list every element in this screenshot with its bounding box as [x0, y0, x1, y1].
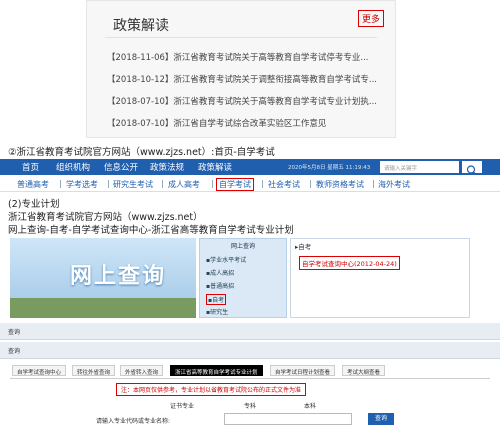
separator [262, 180, 263, 188]
news-item[interactable]: 【2018-10-12】浙江省教育考试院关于调整衔接高等教育自学考试专... [107, 73, 377, 85]
caption: 网上查询-自考-自学考试查询中心-浙江省高等教育自学考试专业计划 [8, 225, 294, 236]
menu-item-graduate[interactable]: ▪研究生 [206, 307, 228, 316]
query-menu: 网上查询 ▪学业水平考试 ▪成人高招 ▪普通高招 ▪自考 ▪研究生 [199, 238, 287, 318]
self-study-panel: ▸自考 自学考试查询中心(2012-04-24) [290, 238, 470, 318]
breadcrumb: 查询 [0, 323, 500, 340]
separator [60, 180, 61, 188]
major-search-input[interactable] [224, 413, 352, 425]
subnav-self-study[interactable]: 自学考试 [216, 178, 254, 191]
subnav-teacher[interactable]: 教师资格考试 [316, 179, 364, 190]
query-button[interactable]: 查询 [368, 413, 394, 425]
banner-title: 网上查询 [70, 263, 167, 289]
separator [310, 180, 311, 188]
online-query-banner: 网上查询 [10, 238, 196, 318]
separator [108, 180, 109, 188]
label-certificate-major: 证书专业 [170, 403, 195, 410]
tab-syllabus[interactable]: 考试大纲查看 [342, 365, 386, 376]
more-link[interactable]: 更多 [358, 10, 385, 27]
tab-major-plan[interactable]: 浙江省高等教育自学考试专业计划 [170, 365, 263, 376]
news-item[interactable]: 【2018-11-06】浙江省教育考试院关于高等教育自学考试停考专业... [107, 51, 377, 63]
separator [373, 180, 374, 188]
news-item[interactable]: 【2018-07-10】浙江省自学考试综合改革实验区工作意见 [107, 117, 377, 129]
menu-item-self-study[interactable]: ▪自考 [206, 294, 227, 305]
main-nav: 首页 组织机构 信息公开 政策法规 政策解读 2020年5月8日 星期五 11:… [0, 159, 500, 175]
breadcrumb: 查询 [0, 342, 500, 359]
panel-head: ▸自考 [295, 243, 312, 251]
tab-query-center[interactable]: 自学考试查询中心 [12, 365, 67, 376]
caption: ②浙江省教育考试院官方网站（www.zjzs.net）:首页-自学考试 [8, 147, 275, 158]
separator [212, 180, 213, 188]
tab-transfer-out[interactable]: 转往外省查询 [72, 365, 116, 376]
search-button[interactable] [461, 160, 483, 175]
separator [162, 180, 163, 188]
menu-head: 网上查询 [230, 243, 255, 250]
subnav-overseas[interactable]: 海外考试 [378, 179, 410, 190]
policy-title: 政策解读 [113, 18, 169, 34]
menu-item-general[interactable]: ▪普通高招 [206, 281, 234, 290]
policy-panel: 政策解读 更多 【2018-11-06】浙江省教育考试院关于高等教育自学考试停考… [86, 0, 396, 138]
input-label: 请输入专业代码或专业名称: [96, 418, 171, 425]
search-input[interactable]: 请输入关键字 [380, 161, 459, 173]
tab-transfer-in[interactable]: 外省转入查询 [120, 365, 164, 376]
tab-schedule[interactable]: 自学考试日程计划查看 [270, 365, 336, 376]
banner-ground [10, 298, 196, 318]
breadcrumb-label: 查询 [8, 348, 21, 355]
search-icon [466, 165, 477, 175]
divider [105, 37, 377, 38]
label-junior: 专科 [244, 403, 257, 410]
caption: (2)专业计划 [8, 199, 60, 210]
notice: 注：本网页仅供参考，专业计划以省教育考试院公布的正式文件为准 [116, 383, 307, 396]
nav-home[interactable]: 首页 [22, 161, 39, 173]
nav-interpretation[interactable]: 政策解读 [198, 161, 232, 173]
label-undergrad: 本科 [304, 403, 317, 410]
subnav-adult[interactable]: 成人高考 [168, 179, 200, 190]
subnav-graduate[interactable]: 研究生考试 [113, 179, 153, 190]
nav-organization[interactable]: 组织机构 [56, 161, 90, 173]
subnav-social[interactable]: 社会考试 [268, 179, 300, 190]
subnav-xuekao[interactable]: 学考选考 [66, 179, 98, 190]
menu-item-academic[interactable]: ▪学业水平考试 [206, 255, 246, 264]
date-display: 2020年5月8日 星期五 11:19:43 [288, 165, 371, 171]
caption: 浙江省教育考试院官方网站（www.zjzs.net） [8, 212, 203, 223]
menu-item-adult[interactable]: ▪成人高招 [206, 268, 234, 277]
nav-disclosure[interactable]: 信息公开 [104, 161, 138, 173]
nav-policy[interactable]: 政策法规 [150, 161, 184, 173]
sub-nav: 普通高考 学考选考 研究生考试 成人高考 自学考试 社会考试 教师资格考试 海外… [0, 176, 500, 192]
query-tabs: 自学考试查询中心 转往外省查询 外省转入查询 浙江省高等教育自学考试专业计划 自… [10, 364, 490, 379]
news-item[interactable]: 【2018-07-10】浙江省教育考试院关于高等教育自学考试专业计划执... [107, 95, 377, 107]
self-study-center-link[interactable]: 自学考试查询中心(2012-04-24) [299, 256, 400, 270]
breadcrumb-label: 查询 [8, 329, 21, 336]
subnav-gaokao[interactable]: 普通高考 [17, 179, 49, 190]
